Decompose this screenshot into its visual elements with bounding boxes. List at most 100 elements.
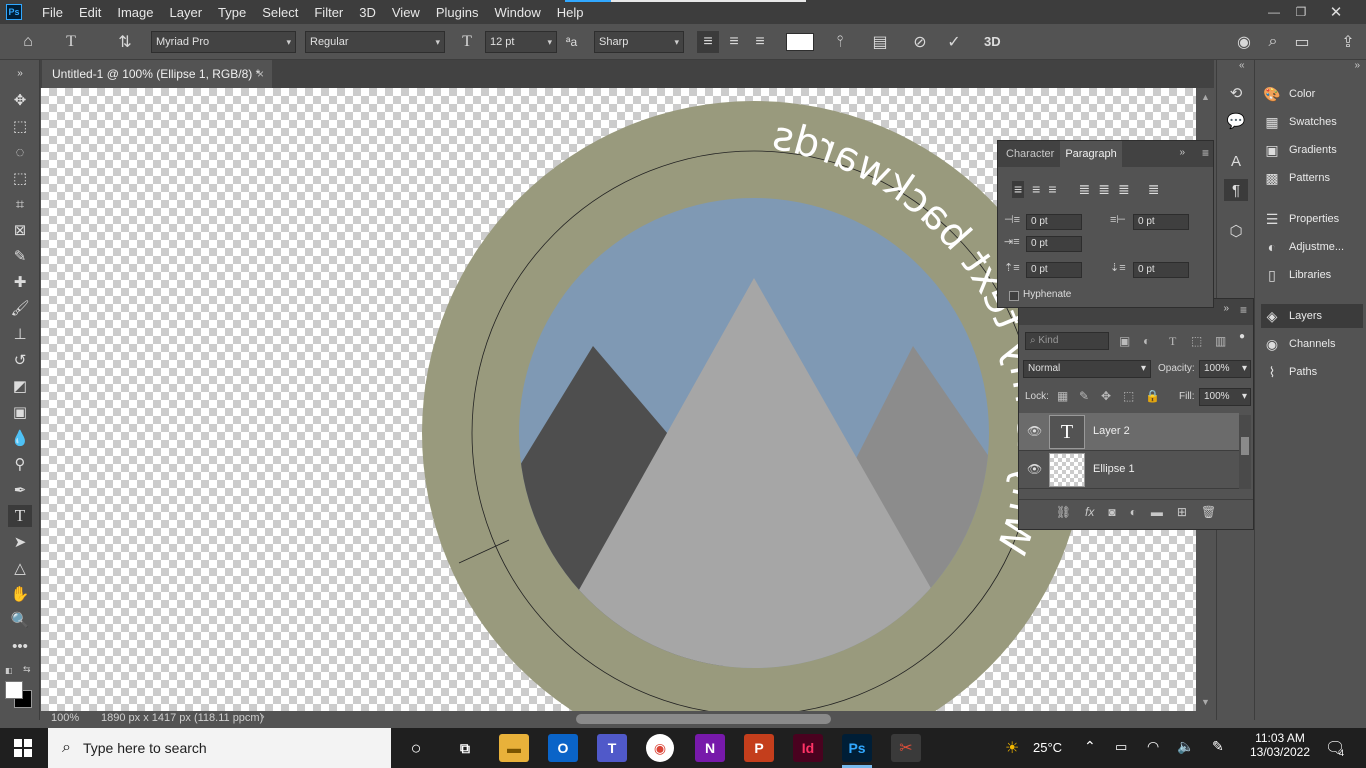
space-after-input[interactable]: 0 pt [1133,262,1189,278]
menu-image[interactable]: Image [109,5,161,20]
commit-icon[interactable]: ✓ [943,31,965,53]
menu-layer[interactable]: Layer [162,5,211,20]
new-group-icon[interactable]: ▬ [1151,505,1163,519]
panel-swatches[interactable]: ▦ Swatches [1261,110,1363,134]
align-left-icon[interactable]: ≡ [1012,181,1025,198]
wifi-icon[interactable]: ◠ [1147,738,1159,755]
justify-last-center-icon[interactable]: ≣ [1098,181,1110,198]
comments-panel-icon[interactable]: 💬 [1224,110,1248,132]
pen-workspace-icon[interactable]: ✎ [1212,738,1224,755]
marquee-tool-icon[interactable]: ⬚ [8,115,32,137]
visibility-eye-icon[interactable]: 👁 [1027,424,1042,438]
edit-toolbar-icon[interactable]: ••• [8,635,32,657]
filter-smart-object-icon[interactable]: ▥ [1215,334,1226,348]
crop-tool-icon[interactable]: ⌗ [8,193,32,215]
lock-all-icon[interactable]: 🔒 [1145,389,1160,403]
frame-tool-icon[interactable]: ⊠ [8,219,32,241]
windows-start-icon[interactable] [14,739,32,757]
gradient-tool-icon[interactable]: ▣ [8,401,32,423]
menu-window[interactable]: Window [486,5,548,20]
menu-select[interactable]: Select [254,5,306,20]
home-icon[interactable]: ⌂ [17,31,39,53]
brush-tool-icon[interactable]: 🖌 [8,297,32,319]
3d-panel-icon[interactable]: ⬡ [1224,220,1248,242]
collapse-toolbar-icon[interactable]: » [8,62,32,84]
toggle-panels-icon[interactable]: ▤ [869,31,891,53]
3d-button[interactable]: 3D [984,31,1001,53]
indent-right-input[interactable]: 0 pt [1133,214,1189,230]
foreground-color-swatch[interactable] [5,681,23,699]
filter-pixel-icon[interactable]: ▣ [1119,334,1130,348]
document-info[interactable]: 1890 px x 1417 px (118.11 ppcm) [101,712,263,724]
filter-toggle-icon[interactable]: ● [1239,331,1245,342]
align-left-icon[interactable]: ≡ [697,31,719,53]
filter-type-icon[interactable]: T [1169,334,1176,349]
delete-layer-icon[interactable]: 🗑 [1201,505,1216,519]
panel-paths[interactable]: ⌇ Paths [1261,360,1363,384]
eraser-tool-icon[interactable]: ◩ [8,375,32,397]
panel-properties[interactable]: ☰ Properties [1261,207,1363,231]
onenote-icon[interactable]: N [695,734,725,762]
character-panel-icon[interactable]: A [1224,150,1248,172]
layers-scrollbar[interactable] [1239,415,1251,489]
panel-color[interactable]: 🎨 Color [1261,82,1363,106]
weather-icon[interactable]: ☀ [1005,738,1019,758]
cortana-icon[interactable]: ○ [401,734,431,762]
weather-temperature[interactable]: 25°C [1033,740,1062,755]
tab-character[interactable]: Character [1006,141,1054,167]
layer-style-icon[interactable]: fx [1085,505,1094,519]
task-view-icon[interactable]: ⧉ [450,734,480,762]
search-icon[interactable]: ⌕ [1262,31,1284,53]
workspace-icon[interactable]: ▭ [1291,31,1313,53]
blur-tool-icon[interactable]: 💧 [8,427,32,449]
healing-brush-tool-icon[interactable]: ✚ [8,271,32,293]
filter-shape-icon[interactable]: ⬚ [1191,334,1202,348]
pen-tool-icon[interactable]: ✒ [8,479,32,501]
battery-icon[interactable]: ▭ [1115,739,1127,755]
justify-last-right-icon[interactable]: ≣ [1118,181,1130,198]
restore-icon[interactable]: ❐ [1286,5,1316,19]
share-user-icon[interactable]: ◉ [1233,31,1255,53]
file-explorer-icon[interactable]: ▬ [499,734,529,762]
taskbar-search-box[interactable]: ⌕ Type here to search [48,728,391,768]
default-colors-icon[interactable]: ◧ [5,666,13,675]
horizontal-scroll-thumb[interactable] [576,714,831,724]
expand-panels-icon[interactable]: » [1354,60,1360,71]
path-selection-tool-icon[interactable]: ➤ [8,531,32,553]
paragraph-panel-icon[interactable]: ¶ [1224,179,1248,201]
eyedropper-tool-icon[interactable]: ✎ [8,245,32,267]
font-style-select[interactable]: Regular ▾ [305,31,445,53]
hyphenate-checkbox[interactable] [1009,291,1019,301]
warp-text-icon[interactable]: ⫯ [829,31,851,53]
photoshop-taskbar-icon[interactable]: Ps [842,734,872,762]
snipping-tool-icon[interactable]: ✂ [891,734,921,762]
shape-tool-icon[interactable]: △ [8,557,32,579]
panel-gradients[interactable]: ▣ Gradients [1261,138,1363,162]
panel-libraries[interactable]: ▯ Libraries [1261,263,1363,287]
toggle-orientation-icon[interactable]: ⇅ [114,31,136,53]
object-selection-tool-icon[interactable]: ⬚ [8,167,32,189]
expand-icon[interactable]: » [1179,147,1185,158]
layer-row-layer-2[interactable]: 👁 T Layer 2 [1019,413,1239,451]
clock[interactable]: 11:03 AM 13/03/2022 [1240,731,1320,759]
move-tool-icon[interactable]: ✥ [8,89,32,111]
close-tab-icon[interactable]: × [257,60,264,88]
volume-icon[interactable]: 🔈 [1177,738,1194,755]
text-color-swatch[interactable] [786,33,814,51]
hand-tool-icon[interactable]: ✋ [8,583,32,605]
type-tool-icon[interactable]: T [8,505,32,527]
history-brush-tool-icon[interactable]: ↺ [8,349,32,371]
menu-type[interactable]: Type [210,5,254,20]
chrome-icon[interactable]: ◉ [646,734,674,762]
indesign-icon[interactable]: Id [793,734,823,762]
scroll-down-icon[interactable]: ▼ [1201,697,1210,707]
scroll-up-icon[interactable]: ▲ [1201,92,1210,102]
align-center-icon[interactable]: ≡ [1032,181,1040,198]
new-layer-icon[interactable]: ⊞ [1177,505,1187,519]
minimize-icon[interactable]: — [1262,5,1286,19]
panel-menu-icon[interactable]: ≡ [1202,146,1209,160]
visibility-eye-icon[interactable]: 👁 [1027,462,1042,476]
cancel-icon[interactable]: ⊘ [909,31,931,53]
share-icon[interactable]: ⇪ [1337,31,1359,53]
show-hidden-icons-icon[interactable]: ⌃ [1084,738,1096,755]
